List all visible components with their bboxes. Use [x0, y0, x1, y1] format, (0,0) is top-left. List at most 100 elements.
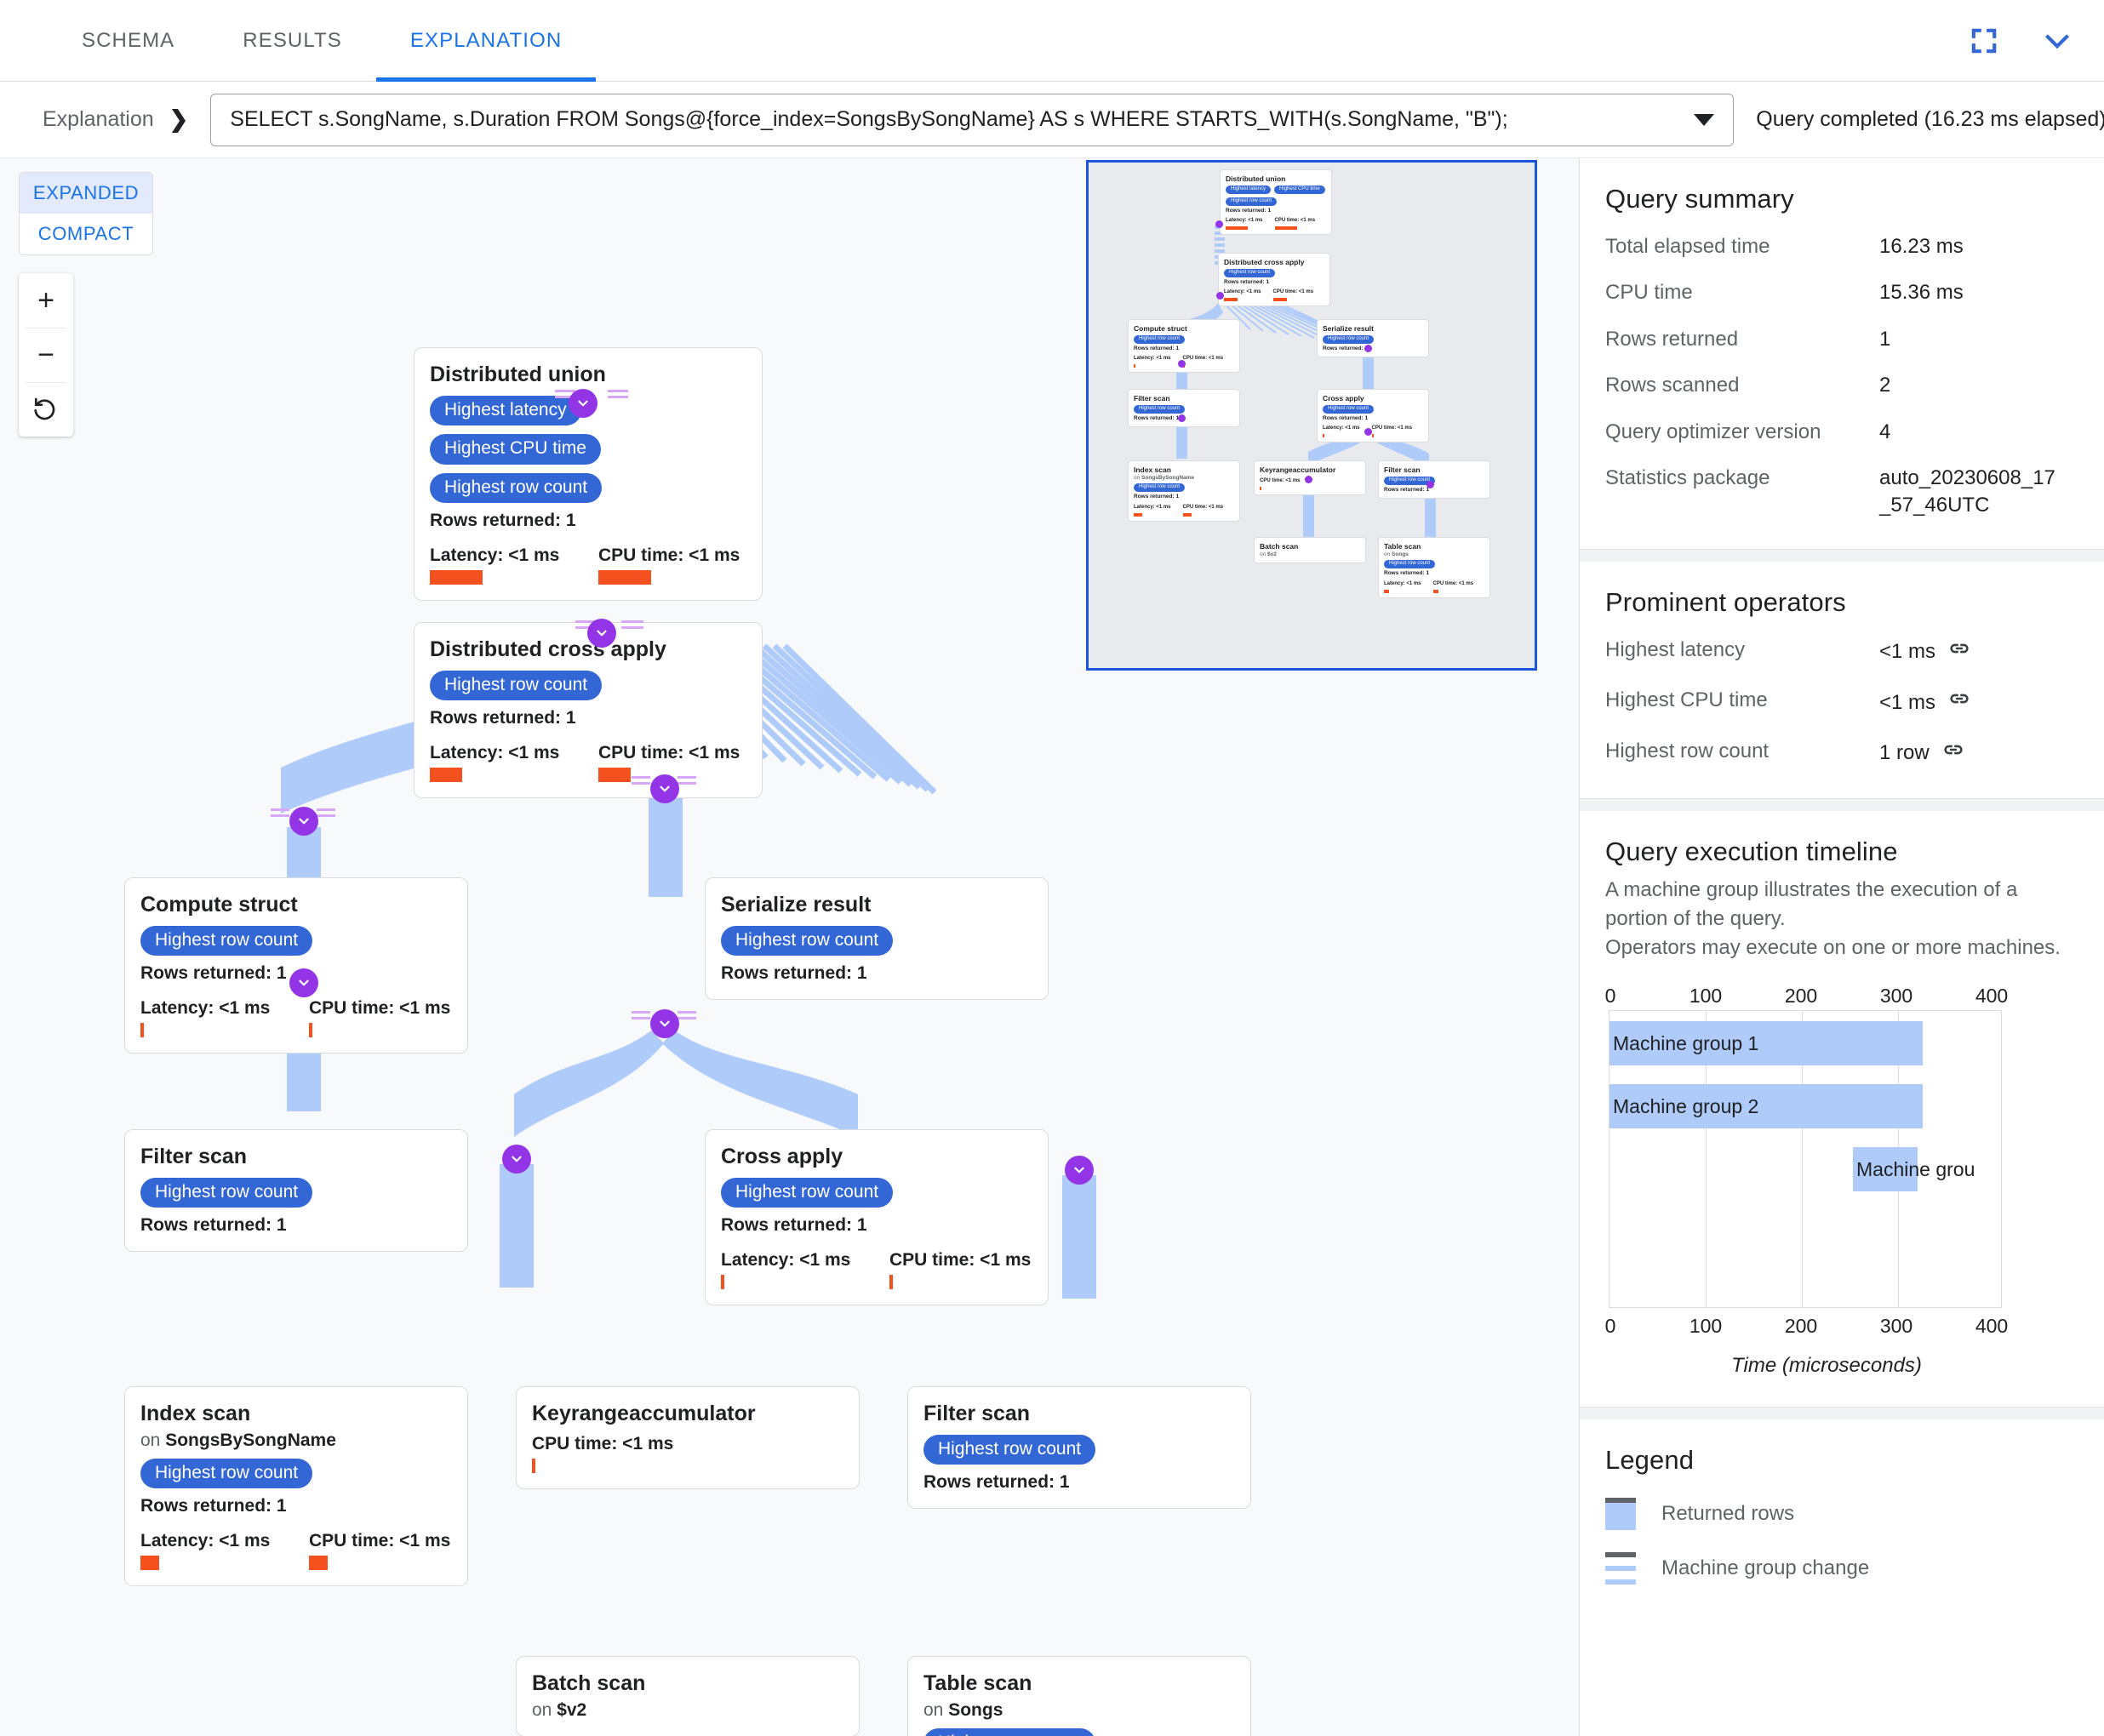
minimap-node-subtitle: on $v2: [1260, 551, 1277, 558]
explanation-graph-canvas[interactable]: Distributed union Highest latency Highes…: [0, 158, 1579, 1736]
query-select[interactable]: SELECT s.SongName, s.Duration FROM Songs…: [210, 93, 1735, 146]
graph-node-table-scan[interactable]: Table scan on Songs Highest row count Ro…: [907, 1656, 1251, 1736]
x-tick-label: 400: [1975, 1315, 2009, 1338]
row-key: Total elapsed time: [1605, 235, 1770, 258]
metric-bar: [430, 569, 483, 585]
minimap-metric-label: Latency: <1 ms: [1134, 356, 1171, 362]
node-metric-latency: Latency: <1 ms: [140, 998, 309, 1038]
edge-collapse-icon[interactable]: [587, 619, 616, 648]
operator-row-highest-cpu-time: Highest CPU time <1 ms: [1605, 687, 2078, 718]
metric-label: CPU time: <1 ms: [532, 1434, 674, 1454]
link-icon[interactable]: [1941, 738, 1965, 769]
timeline-description-1: A machine group illustrates the executio…: [1605, 877, 2018, 930]
tab-schema[interactable]: SCHEMA: [48, 0, 209, 82]
node-title: Serialize result: [721, 893, 872, 917]
node-title: Distributed cross apply: [430, 637, 666, 661]
node-rows-returned: Rows returned: 1: [140, 1215, 287, 1236]
timeline-bar[interactable]: Machine group 1: [1609, 1021, 1923, 1066]
node-title: Filter scan: [140, 1145, 248, 1168]
x-tick-label: 300: [1879, 985, 1913, 1008]
edge-collapse-icon[interactable]: [650, 774, 679, 803]
prominent-operators-title: Prominent operators: [1605, 586, 1846, 617]
minimap-node-subtitle: on Songs: [1384, 551, 1409, 558]
minimap-metric-label: CPU time: <1 ms: [1272, 289, 1314, 295]
node-metrics: Latency: <1 ms CPU time: <1 ms: [721, 1250, 1032, 1290]
metric-label: Latency: <1 ms: [430, 545, 560, 565]
row-value-wrap: <1 ms: [1879, 637, 1971, 668]
node-metric-cpu: CPU time: <1 ms: [532, 1434, 700, 1474]
card-divider: [1580, 549, 2104, 562]
edge-collapse-icon[interactable]: [289, 968, 318, 997]
graph-node-compute-struct[interactable]: Compute struct Highest row count Rows re…: [124, 877, 468, 1054]
timeline-bar[interactable]: Machine group 2: [1609, 1084, 1923, 1129]
tab-explanation[interactable]: EXPLANATION: [375, 0, 597, 82]
query-summary-title: Query summary: [1605, 184, 1794, 214]
graph-node-filter-scan-right[interactable]: Filter scan Highest row count Rows retur…: [907, 1386, 1251, 1510]
edge-collapse-icon[interactable]: [650, 1009, 679, 1038]
edge-collapse-icon[interactable]: [569, 389, 597, 418]
chevron-right-icon: ❯: [169, 106, 189, 132]
minimap-node-title: Table scan: [1384, 542, 1421, 551]
tab-results[interactable]: RESULTS: [209, 0, 376, 82]
minimap-node-title: Cross apply: [1323, 394, 1364, 403]
minimap-chip: Highest CPU time: [1274, 186, 1325, 194]
machine-group-change-rails: [608, 390, 664, 402]
query-status: Query completed (16.23 ms elapsed): [1756, 107, 2104, 131]
node-metric-cpu: CPU time: <1 ms: [309, 998, 477, 1038]
chevron-down-icon[interactable]: [2039, 23, 2075, 59]
row-value: 16.23 ms: [1879, 235, 1964, 258]
x-tick-label: 100: [1689, 1315, 1723, 1338]
node-chips: Highest row count: [721, 926, 1032, 957]
fullscreen-icon[interactable]: [1966, 23, 2002, 59]
summary-row-total-elapsed-time: Total elapsed time 16.23 ms: [1605, 233, 2078, 260]
edge-collapse-icon[interactable]: [1065, 1156, 1094, 1185]
link-icon[interactable]: [1947, 687, 1971, 718]
minimap-metric-label: CPU time: <1 ms: [1274, 218, 1316, 224]
graph-node-filter-scan-left[interactable]: Filter scan Highest row count Rows retur…: [124, 1129, 468, 1253]
row-value: 15.36 ms: [1879, 281, 1964, 305]
minimap-node-title: Compute struct: [1134, 324, 1187, 333]
legend-title: Legend: [1605, 1445, 1695, 1476]
minimap-metric-label: CPU time: <1 ms: [1371, 425, 1413, 431]
graph-node-distributed-union[interactable]: Distributed union Highest latency Highes…: [414, 347, 763, 601]
x-axis-title: Time (microseconds): [1731, 1354, 1922, 1378]
metric-label: CPU time: <1 ms: [598, 743, 740, 763]
minimap-node-rows: Rows returned: 1: [1134, 494, 1180, 500]
tab-results-label: RESULTS: [243, 28, 342, 52]
card-divider: [1580, 1408, 2104, 1420]
node-chips: Highest row count: [140, 926, 452, 957]
minimap-node-chips: Highest row count: [1384, 477, 1484, 485]
minimap-chip: Highest row count: [1323, 405, 1375, 414]
minimap-node-chips: Highest row count: [1134, 405, 1234, 414]
graph-node-index-scan[interactable]: Index scan on SongsBySongName Highest ro…: [124, 1386, 468, 1587]
graph-node-distributed-cross-apply[interactable]: Distributed cross apply Highest row coun…: [414, 622, 763, 799]
minimap-chip: Highest row count: [1384, 560, 1436, 569]
metric-bar: [721, 1275, 724, 1290]
minimap-chip: Highest row count: [1323, 335, 1375, 344]
metric-bar: [309, 1023, 312, 1038]
metric-bar: [598, 569, 651, 585]
graph-node-serialize-result[interactable]: Serialize result Highest row count Rows …: [705, 877, 1049, 1001]
minimap-node-rows: Rows returned: 1: [1384, 570, 1430, 577]
chip-highest-cpu-time: Highest CPU time: [430, 434, 601, 465]
x-axis-top: 0 100 200 300 400: [1605, 985, 2048, 1010]
graph-node-cross-apply[interactable]: Cross apply Highest row count Rows retur…: [705, 1129, 1049, 1306]
details-side-panel[interactable]: Query summary Total elapsed time 16.23 m…: [1579, 158, 2104, 1736]
node-rows-returned: Rows returned: 1: [430, 510, 576, 530]
graph-node-keyrangeaccumulator[interactable]: Keyrangeaccumulator CPU time: <1 ms: [516, 1386, 860, 1490]
node-subtitle: on SongsBySongName: [140, 1430, 452, 1451]
chevron-down-icon[interactable]: [1694, 113, 1715, 126]
minimap-node-title: Distributed union: [1226, 174, 1286, 183]
graph-minimap[interactable]: Distributed union Highest latency Highes…: [1086, 160, 1537, 671]
minimap-edge-cap: [1178, 360, 1186, 368]
node-title: Keyrangeaccumulator: [532, 1402, 756, 1425]
link-icon[interactable]: [1947, 637, 1971, 668]
node-rows-returned: Rows returned: 1: [430, 708, 576, 728]
minimap-node-rows: Rows returned: 1: [1384, 486, 1430, 493]
timeline-bar[interactable]: Machine grou: [1853, 1147, 1975, 1192]
graph-node-batch-scan[interactable]: Batch scan on $v2: [516, 1656, 860, 1736]
edge-collapse-icon[interactable]: [289, 807, 318, 836]
chip-highest-row-count: Highest row count: [721, 926, 894, 957]
chip-highest-row-count: Highest row count: [430, 472, 603, 503]
edge-collapse-icon[interactable]: [502, 1145, 531, 1174]
